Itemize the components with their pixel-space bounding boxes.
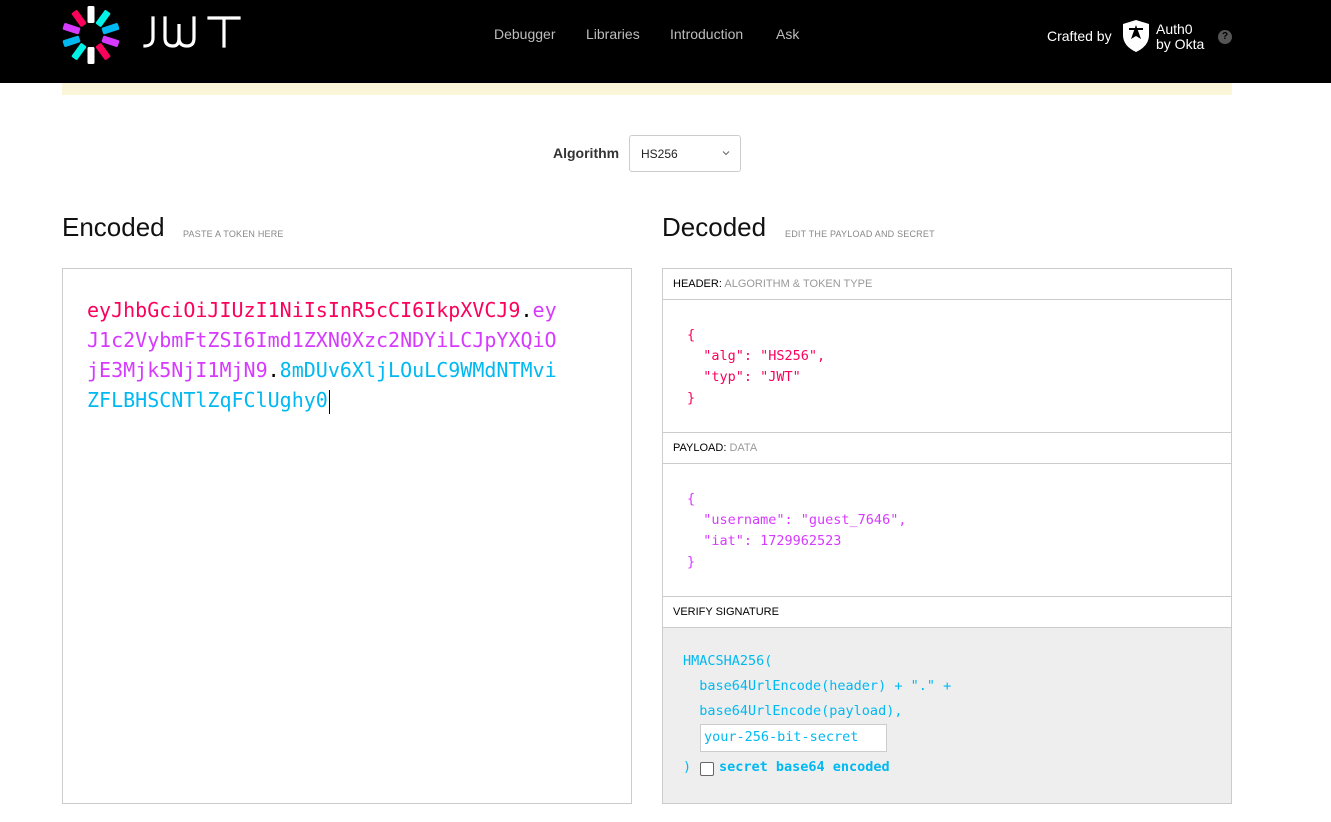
secret-input[interactable]: your-256-bit-secret xyxy=(700,724,887,752)
auth0-shield-icon[interactable] xyxy=(1121,19,1151,53)
payload-sublabel: DATA xyxy=(729,442,758,454)
sig-close-paren: ) xyxy=(683,759,692,775)
header-sublabel: ALGORITHM & TOKEN TYPE xyxy=(724,278,873,290)
encoded-subtitle: PASTE A TOKEN HERE xyxy=(183,229,284,239)
token-separator: . xyxy=(267,358,280,382)
sig-function-name: HMACSHA256( xyxy=(683,653,773,669)
token-header-part: eyJhbGciOiJIUzI1NiIsInR5cCI6IkpXVCJ9 xyxy=(87,298,521,322)
algorithm-selected-value: HS256 xyxy=(641,147,678,161)
payload-section-heading: PAYLOAD: DATA xyxy=(663,433,1231,464)
payload-json-editor[interactable]: { "username": "guest_7646", "iat": 17299… xyxy=(687,489,906,573)
auth0-label: Auth0 xyxy=(1156,21,1193,37)
payload-label: PAYLOAD: xyxy=(673,442,727,454)
header-json-editor[interactable]: { "alg": "HS256", "typ": "JWT" } xyxy=(687,325,825,409)
token-separator: . xyxy=(520,298,533,322)
help-icon[interactable]: ? xyxy=(1218,30,1232,44)
encoded-token-text[interactable]: eyJhbGciOiJIUzI1NiIsInR5cCI6IkpXVCJ9.eyJ… xyxy=(87,295,567,415)
header-label: HEADER: xyxy=(673,278,722,290)
decoded-subtitle: EDIT THE PAYLOAD AND SECRET xyxy=(785,229,935,239)
auth0-by-okta[interactable]: Auth0 by Okta xyxy=(1156,22,1204,52)
algorithm-label: Algorithm xyxy=(553,145,620,161)
nav-ask[interactable]: Ask xyxy=(776,25,799,43)
header-section-heading: HEADER: ALGORITHM & TOKEN TYPE xyxy=(663,269,1231,300)
verify-signature-label: VERIFY SIGNATURE xyxy=(673,606,779,618)
top-navbar: Debugger Libraries Introduction Ask Craf… xyxy=(0,0,1331,83)
verify-section-heading: VERIFY SIGNATURE xyxy=(663,597,1231,628)
algorithm-select[interactable]: HS256 xyxy=(629,135,741,172)
by-okta-label: by Okta xyxy=(1156,36,1205,52)
encoded-token-editor[interactable]: eyJhbGciOiJIUzI1NiIsInR5cCI6IkpXVCJ9.eyJ… xyxy=(62,268,632,804)
nav-debugger[interactable]: Debugger xyxy=(494,25,556,43)
notice-banner xyxy=(62,83,1232,95)
crafted-by-label: Crafted by xyxy=(1047,28,1112,44)
signature-area: HMACSHA256( base64UrlEncode(header) + ".… xyxy=(663,628,1231,803)
decoded-title: Decoded xyxy=(662,212,767,242)
base64-checkbox-label[interactable]: secret base64 encoded xyxy=(719,759,890,775)
base64-checkbox[interactable] xyxy=(700,762,714,776)
sig-header-line: base64UrlEncode(header) + "." + xyxy=(683,678,952,694)
encoded-title: Encoded xyxy=(62,212,165,242)
nav-libraries[interactable]: Libraries xyxy=(586,25,640,43)
decoded-panel: HEADER: ALGORITHM & TOKEN TYPE { "alg": … xyxy=(662,268,1232,804)
text-caret xyxy=(328,389,330,414)
nav-introduction[interactable]: Introduction xyxy=(670,25,743,43)
chevron-down-icon xyxy=(722,151,730,156)
sig-payload-line: base64UrlEncode(payload), xyxy=(683,703,903,719)
